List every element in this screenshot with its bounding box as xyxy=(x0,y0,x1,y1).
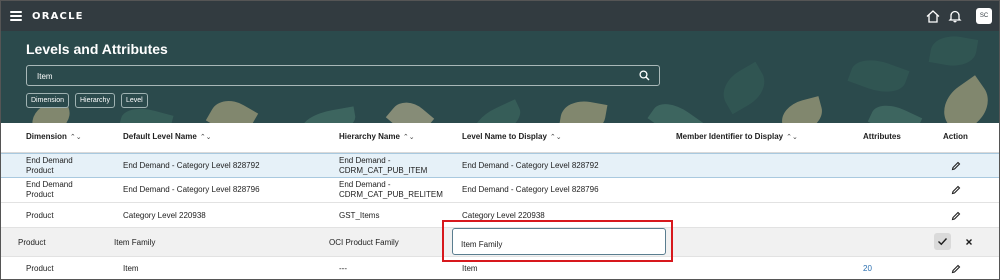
oracle-logo: ORACLE xyxy=(32,11,84,22)
pencil-icon[interactable] xyxy=(951,161,961,171)
sort-icon[interactable]: ⌃⌄ xyxy=(403,134,415,141)
column-header-level-name-to-display[interactable]: Level Name to Display ⌃⌄ xyxy=(462,132,562,141)
hamburger-icon[interactable] xyxy=(10,11,22,21)
cell-level-name-to-display: Item xyxy=(462,264,478,273)
table-header: Dimension ⌃⌄ Default Level Name ⌃⌄ Hierarc… xyxy=(1,123,999,153)
home-icon[interactable] xyxy=(926,10,940,23)
filter-chip-hierarchy[interactable]: Hierarchy xyxy=(75,93,115,108)
cell-dimension: Product xyxy=(26,264,54,273)
decorative-leaf xyxy=(928,32,979,70)
sort-icon[interactable]: ⌃⌄ xyxy=(200,134,212,141)
close-icon[interactable] xyxy=(962,235,976,249)
pencil-icon[interactable] xyxy=(951,211,961,221)
app-window: ORACLE SC Levels and Attributes Dimensio… xyxy=(0,0,1000,280)
cell-default-level-name: Item Family xyxy=(114,238,156,247)
table-row[interactable]: End Demand Product End Demand - Category … xyxy=(1,178,999,203)
decorative-leaf xyxy=(467,99,527,123)
table-row[interactable]: End Demand Product End Demand - Category … xyxy=(1,153,999,178)
decorative-leaf xyxy=(777,96,827,123)
avatar[interactable]: SC xyxy=(976,8,992,24)
cell-dimension: Product xyxy=(18,238,46,247)
cell-default-level-name: End Demand - Category Level 828796 xyxy=(123,185,260,194)
decorative-leaf xyxy=(647,95,705,123)
cell-hierarchy-name: OCI Product Family xyxy=(329,238,399,247)
cell-dimension: Product xyxy=(26,211,54,220)
cell-dimension: End Demand Product xyxy=(26,156,73,175)
column-header-dimension[interactable]: Dimension ⌃⌄ xyxy=(26,132,82,141)
cell-hierarchy-name: End Demand - CDRM_CAT_PUB_RELITEM xyxy=(339,180,443,199)
decorative-leaf xyxy=(934,75,998,123)
filter-chip-level[interactable]: Level xyxy=(121,93,148,108)
column-header-action: Action xyxy=(943,132,968,141)
decorative-leaf xyxy=(715,61,773,115)
sort-icon[interactable]: ⌃⌄ xyxy=(550,134,562,141)
global-header: ORACLE SC xyxy=(1,1,999,31)
cell-default-level-name: Item xyxy=(123,264,139,273)
highlight-box xyxy=(442,220,673,262)
search-input[interactable] xyxy=(37,69,627,83)
sort-icon[interactable]: ⌃⌄ xyxy=(70,134,82,141)
table-row[interactable]: Product Item --- Item 20 xyxy=(1,257,999,279)
pencil-icon[interactable] xyxy=(951,264,961,274)
page-title: Levels and Attributes xyxy=(26,41,168,57)
decorative-leaf xyxy=(558,97,608,123)
column-header-hierarchy-name[interactable]: Hierarchy Name ⌃⌄ xyxy=(339,132,415,141)
sort-icon[interactable]: ⌃⌄ xyxy=(786,134,798,141)
bell-icon[interactable] xyxy=(948,9,962,23)
pencil-icon[interactable] xyxy=(951,185,961,195)
cell-hierarchy-name: --- xyxy=(339,264,347,273)
check-icon xyxy=(938,238,948,246)
attributes-count-link[interactable]: 20 xyxy=(863,264,872,274)
cell-level-name-to-display: End Demand - Category Level 828792 xyxy=(462,161,599,170)
decorative-leaf xyxy=(847,52,910,100)
cell-level-name-to-display: End Demand - Category Level 828796 xyxy=(462,185,599,194)
column-header-default-level-name[interactable]: Default Level Name ⌃⌄ xyxy=(123,132,212,141)
decorative-leaf xyxy=(867,98,923,123)
search-icon[interactable] xyxy=(639,70,650,81)
decorative-leaf xyxy=(205,92,259,123)
cell-hierarchy-name: End Demand - CDRM_CAT_PUB_ITEM xyxy=(339,156,428,175)
cell-default-level-name: End Demand - Category Level 828792 xyxy=(123,161,260,170)
cell-hierarchy-name: GST_Items xyxy=(339,211,380,220)
filter-chip-dimension[interactable]: Dimension xyxy=(26,93,70,108)
column-header-attributes: Attributes xyxy=(863,132,901,141)
cell-default-level-name: Category Level 220938 xyxy=(123,211,206,220)
column-header-member-identifier[interactable]: Member Identifier to Display ⌃⌄ xyxy=(676,132,798,141)
decorative-leaf xyxy=(299,106,358,123)
decorative-leaf xyxy=(385,94,435,123)
save-row-button[interactable] xyxy=(934,233,951,250)
search-field[interactable] xyxy=(26,65,660,86)
cell-dimension: End Demand Product xyxy=(26,180,73,199)
